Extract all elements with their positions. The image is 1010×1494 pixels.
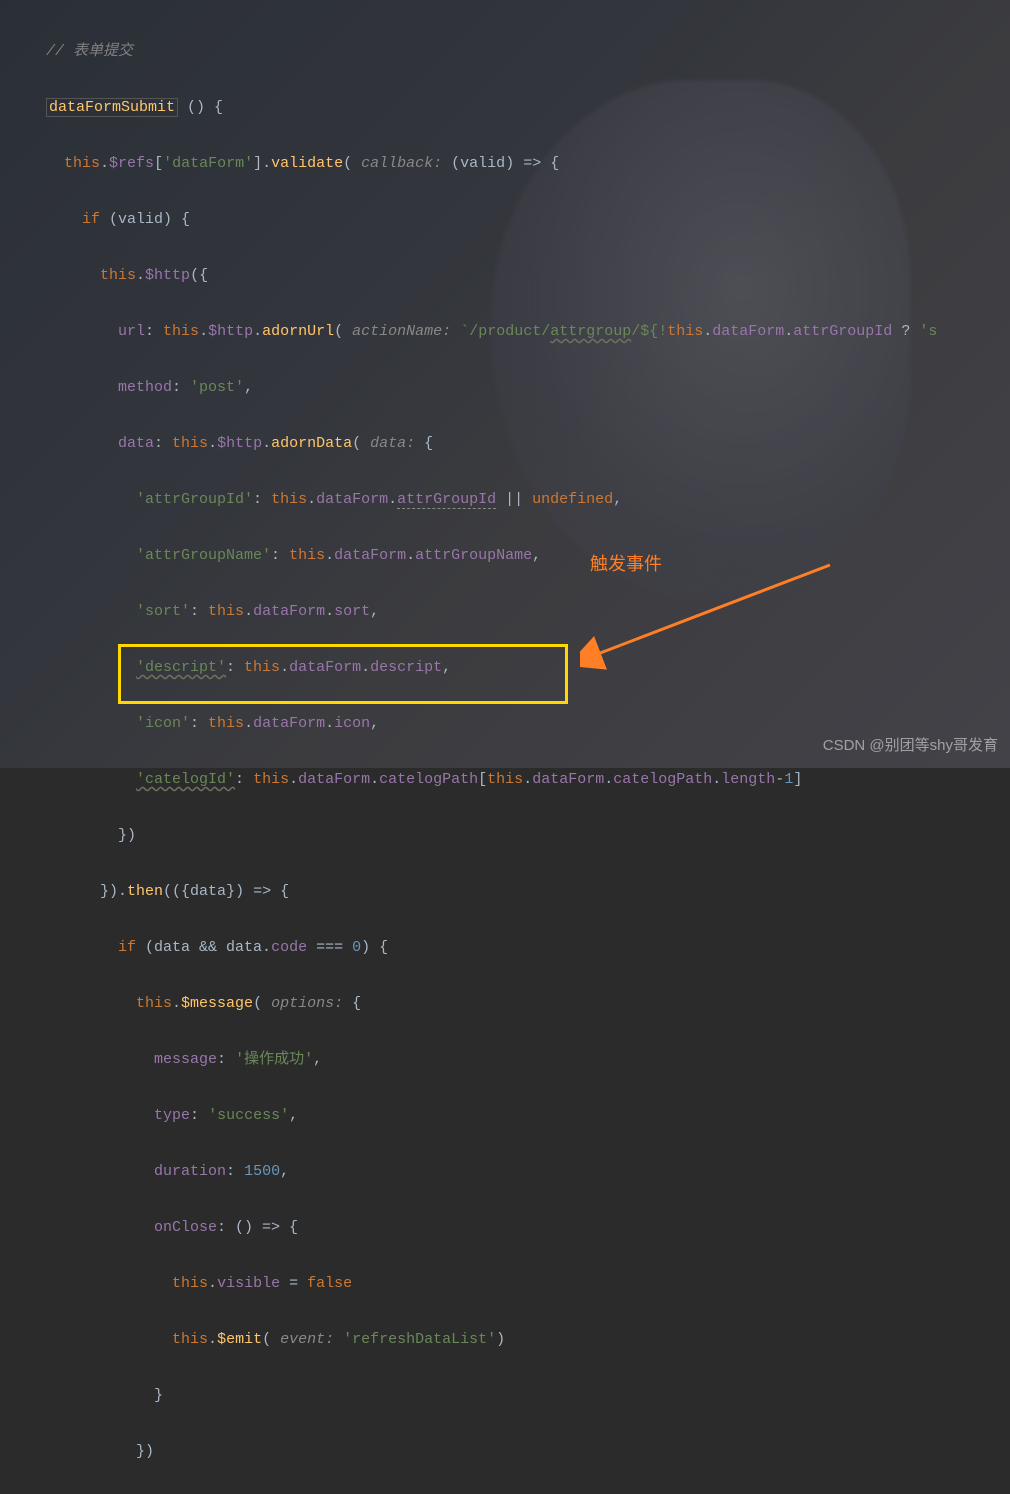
watermark-text: CSDN @别团等shy哥发育	[823, 732, 998, 760]
comment-line: // 表单提交	[46, 43, 133, 60]
function-name: dataFormSubmit	[46, 98, 178, 117]
annotation-label: 触发事件	[590, 550, 662, 578]
